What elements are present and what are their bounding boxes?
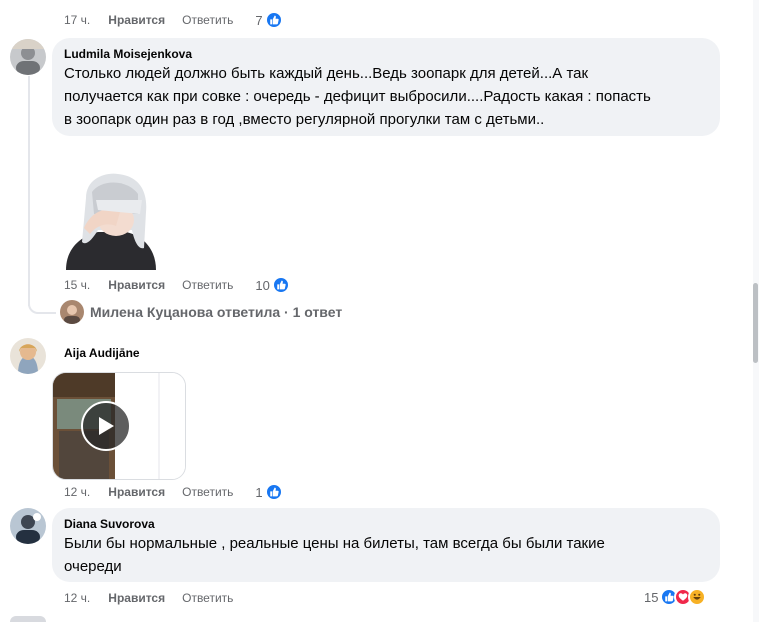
avatar[interactable] [10,338,46,374]
reply-button[interactable]: Ответить [182,485,233,499]
comment-author[interactable]: Ludmila Moisejenkova [64,46,708,62]
comment-actions: 12 ч. Нравится Ответить 1 [64,483,283,501]
view-replies-link[interactable]: Милена Куцанова ответила · 1 ответ [60,300,342,324]
sticker-image[interactable] [56,170,164,270]
thread-connector [28,304,56,314]
comment-bubble: Ludmila Moisejenkova Столько людей должн… [52,38,720,136]
haha-icon [688,588,707,606]
comment-bubble: Diana Suvorova Были бы нормальные , реал… [52,508,720,582]
comment-text: очереди [64,558,122,575]
avatar [60,300,84,324]
reply-button[interactable]: Ответить [182,591,233,605]
avatar[interactable] [10,39,46,75]
reply-button[interactable]: Ответить [182,278,233,292]
like-button[interactable]: Нравится [108,591,165,605]
comment-timestamp[interactable]: 15 ч. [64,278,90,292]
comment-text: получается как при совке : очередь - деф… [64,88,651,105]
reaction-count[interactable]: 7 [255,13,262,28]
comment-text: в зоопарк один раз в год ,вместо регуляр… [64,111,545,128]
comment-author[interactable]: Aija Audijāne [64,345,140,361]
avatar[interactable] [10,508,46,544]
like-button[interactable]: Нравится [108,13,165,27]
comment-actions: 12 ч. Нравится Ответить [64,591,255,605]
reply-button[interactable]: Ответить [182,13,233,27]
reaction-summary[interactable]: 15 [644,588,707,606]
like-icon[interactable] [271,276,290,294]
scrollbar-thumb[interactable] [753,283,758,363]
like-icon[interactable] [264,483,283,501]
comment-timestamp[interactable]: 17 ч. [64,13,90,27]
video-attachment[interactable] [52,372,186,480]
comment-actions-top: 17 ч. Нравится Ответить 7 [64,11,283,29]
avatar[interactable] [10,616,46,622]
like-button[interactable]: Нравится [108,485,165,499]
replies-link-text[interactable]: Милена Куцанова ответила · 1 ответ [90,304,342,320]
reaction-count[interactable]: 15 [644,590,658,605]
reaction-count[interactable]: 1 [255,485,262,500]
comment-text: Были бы нормальные , реальные цены на би… [64,535,605,552]
play-icon[interactable] [81,401,131,451]
comment-actions: 15 ч. Нравится Ответить 10 [64,276,290,294]
comment-timestamp[interactable]: 12 ч. [64,485,90,499]
comment-timestamp[interactable]: 12 ч. [64,591,90,605]
comment-author[interactable]: Diana Suvorova [64,516,708,532]
comment-text: Столько людей должно быть каждый день...… [64,65,589,82]
thread-line [28,76,30,306]
reaction-count[interactable]: 10 [255,278,269,293]
like-button[interactable]: Нравится [108,278,165,292]
like-icon[interactable] [264,11,283,29]
